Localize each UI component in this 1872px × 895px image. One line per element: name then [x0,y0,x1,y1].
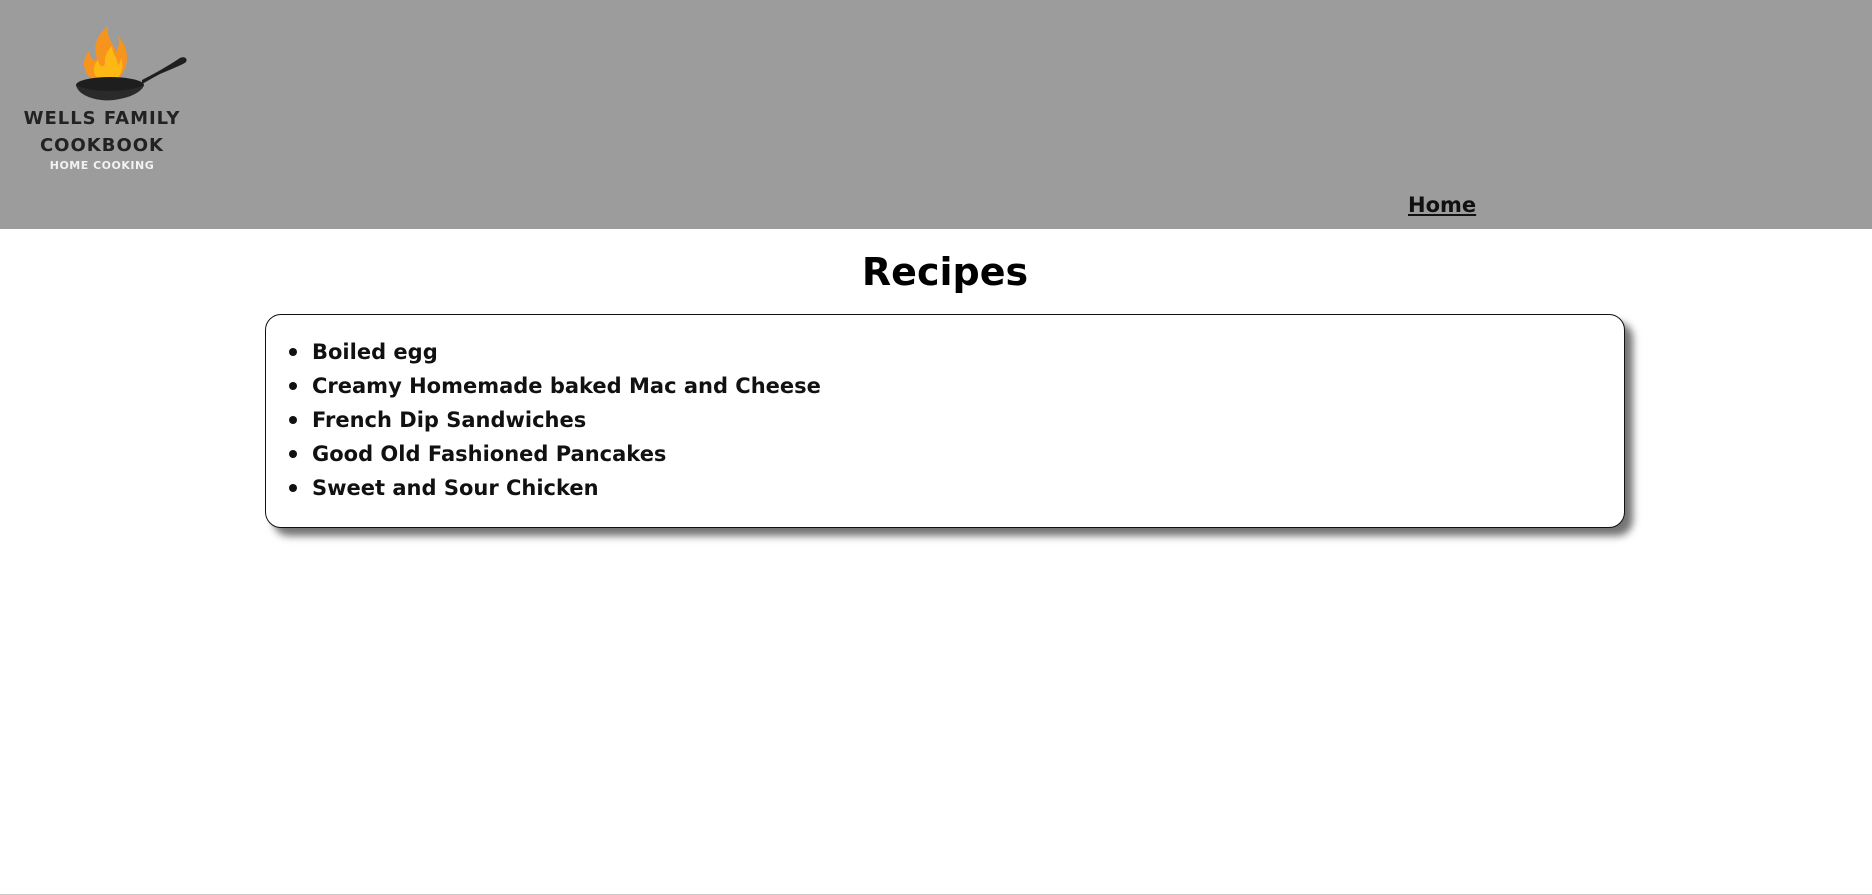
recipe-link-sweet-sour-chicken[interactable]: Sweet and Sour Chicken [289,471,821,505]
recipe-link-pancakes[interactable]: Good Old Fashioned Pancakes [289,437,821,471]
bullet-icon [289,382,297,390]
logo-title-line2: COOKBOOK [39,135,165,156]
site-header: WELLS FAMILY COOKBOOK HOME COOKING Home [0,0,1872,229]
bullet-icon [289,484,297,492]
page-title: Recipes [861,250,1029,294]
recipe-list: Boiled egg Creamy Homemade baked Mac and… [289,335,821,505]
recipe-label: Good Old Fashioned Pancakes [312,442,667,466]
recipe-list-card: Boiled egg Creamy Homemade baked Mac and… [265,314,1625,528]
recipe-label: Sweet and Sour Chicken [312,476,599,500]
recipe-label: French Dip Sandwiches [312,408,587,432]
page: WELLS FAMILY COOKBOOK HOME COOKING Home … [0,0,1872,895]
site-logo[interactable]: WELLS FAMILY COOKBOOK HOME COOKING [12,18,192,178]
bullet-icon [289,348,297,356]
recipe-link-mac-and-cheese[interactable]: Creamy Homemade baked Mac and Cheese [289,369,821,403]
recipe-label: Boiled egg [312,340,438,364]
logo-title-line1: WELLS FAMILY [23,108,181,129]
recipe-link-boiled-egg[interactable]: Boiled egg [289,335,821,369]
nav-link-home[interactable]: Home [1408,193,1476,217]
bullet-icon [289,450,297,458]
bullet-icon [289,416,297,424]
recipe-label: Creamy Homemade baked Mac and Cheese [312,374,821,398]
recipe-link-french-dip[interactable]: French Dip Sandwiches [289,403,821,437]
flaming-pan-icon [76,26,187,101]
logo-tagline: HOME COOKING [49,159,155,172]
